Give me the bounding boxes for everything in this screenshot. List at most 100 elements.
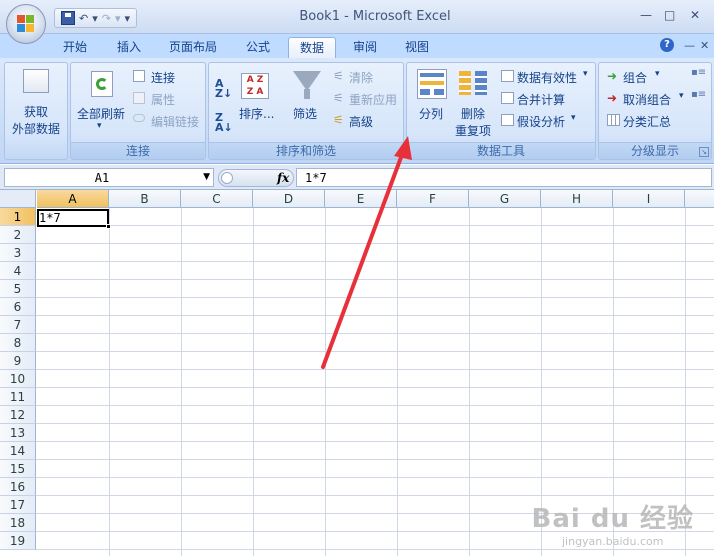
group-icon: ➜: [607, 69, 618, 83]
active-cell-a1[interactable]: 1*7: [37, 209, 111, 229]
remove-duplicates-label2[interactable]: 重复项: [455, 122, 491, 139]
tab-view[interactable]: 视图: [394, 37, 440, 59]
tab-insert[interactable]: 插入: [106, 37, 152, 59]
name-box-dropdown-icon[interactable]: ▼: [203, 172, 210, 182]
ribbon-tabs: 开始 插入 页面布局 公式 数据 审阅 视图 ? — ✕: [0, 34, 714, 61]
gridline: [36, 441, 714, 442]
consolidate-button[interactable]: 合并计算: [517, 91, 565, 108]
row-header-5[interactable]: 5: [0, 280, 36, 298]
watermark-line2: jingyan.baidu.com: [561, 535, 664, 548]
sort-ascending-icon[interactable]: A Z↓: [215, 78, 232, 99]
data-validation-dropdown-icon[interactable]: ▾: [583, 69, 588, 79]
sort-button[interactable]: 排序...: [239, 105, 274, 122]
what-if-icon: [501, 114, 514, 126]
column-header-e[interactable]: E: [325, 190, 397, 208]
remove-duplicates-label1[interactable]: 删除: [461, 105, 485, 122]
ribbon-minimize-icon[interactable]: —: [684, 39, 695, 52]
text-to-columns-button[interactable]: 分列: [419, 105, 443, 122]
minimize-button[interactable]: —: [640, 8, 652, 22]
advanced-button[interactable]: 高级: [349, 113, 373, 130]
title-bar: ↶ ▾ ↷ ▾ ▾ Book1 - Microsoft Excel — □ ✕: [0, 0, 714, 34]
column-header-f[interactable]: F: [397, 190, 469, 208]
column-header-partial[interactable]: [685, 190, 714, 208]
expand-formula-icon[interactable]: [221, 172, 233, 184]
column-header-i[interactable]: I: [613, 190, 685, 208]
clear-button[interactable]: 清除: [349, 69, 373, 86]
gridline: [36, 459, 714, 460]
ungroup-button[interactable]: 取消组合: [623, 91, 671, 108]
properties-button[interactable]: 属性: [151, 91, 175, 108]
edit-links-button[interactable]: 编辑链接: [151, 113, 199, 130]
ungroup-dropdown-icon[interactable]: ▾: [679, 91, 684, 101]
gridline: [36, 495, 714, 496]
data-validation-button[interactable]: 数据有效性: [517, 69, 577, 86]
row-header-7[interactable]: 7: [0, 316, 36, 334]
row-header-6[interactable]: 6: [0, 298, 36, 316]
data-validation-icon: [501, 70, 514, 82]
select-all-corner[interactable]: [0, 190, 36, 208]
subtotal-button[interactable]: 分类汇总: [623, 113, 671, 130]
row-header-2[interactable]: 2: [0, 226, 36, 244]
row-header-11[interactable]: 11: [0, 388, 36, 406]
gridline: [36, 243, 714, 244]
column-header-a[interactable]: A: [37, 190, 109, 208]
reapply-button[interactable]: 重新应用: [349, 91, 397, 108]
row-header-10[interactable]: 10: [0, 370, 36, 388]
window-title: Book1 - Microsoft Excel: [299, 9, 451, 24]
row-header-19[interactable]: 19: [0, 532, 36, 550]
refresh-dropdown-icon[interactable]: ▾: [97, 121, 102, 131]
connections-group: 全部刷新 ▾ 连接 属性 编辑链接 连接: [70, 62, 206, 160]
outline-group-label: 分级显示: [599, 142, 711, 159]
get-external-data-label1[interactable]: 获取: [5, 103, 67, 120]
office-button[interactable]: [6, 4, 46, 44]
baidu-watermark: Bai du 经验 jingyan.baidu.com: [532, 498, 695, 548]
insert-function-button[interactable]: fx: [277, 171, 289, 185]
tab-page-layout[interactable]: 页面布局: [160, 37, 226, 59]
row-header-18[interactable]: 18: [0, 514, 36, 532]
row-header-1[interactable]: 1: [0, 208, 36, 226]
outline-dialog-launcher-icon[interactable]: ↘: [699, 147, 709, 157]
name-box[interactable]: A1 ▼: [4, 168, 214, 187]
row-header-15[interactable]: 15: [0, 460, 36, 478]
group-dropdown-icon[interactable]: ▾: [655, 69, 660, 79]
connections-icon: [133, 70, 145, 82]
sort-descending-icon[interactable]: Z A↓: [215, 112, 233, 133]
row-header-16[interactable]: 16: [0, 478, 36, 496]
consolidate-icon: [501, 92, 514, 104]
connections-button[interactable]: 连接: [151, 69, 175, 86]
column-header-d[interactable]: D: [253, 190, 325, 208]
get-external-data-label2[interactable]: 外部数据: [5, 120, 67, 137]
help-icon[interactable]: ?: [660, 38, 674, 52]
what-if-dropdown-icon[interactable]: ▾: [571, 113, 576, 123]
row-header-17[interactable]: 17: [0, 496, 36, 514]
watermark-line1: Bai du 经验: [531, 504, 694, 534]
cell-a1-value: 1*7: [39, 211, 61, 225]
hide-detail-icon[interactable]: ▪≡: [691, 89, 706, 100]
row-header-4[interactable]: 4: [0, 262, 36, 280]
ribbon-close-icon[interactable]: ✕: [700, 39, 709, 52]
formula-input[interactable]: 1*7: [296, 168, 712, 187]
gridline: [36, 387, 714, 388]
tab-home[interactable]: 开始: [52, 37, 98, 59]
show-detail-icon[interactable]: ▪≡: [691, 67, 706, 78]
column-header-h[interactable]: H: [541, 190, 613, 208]
tab-formulas[interactable]: 公式: [234, 37, 282, 59]
column-header-b[interactable]: B: [109, 190, 181, 208]
column-header-c[interactable]: C: [181, 190, 253, 208]
maximize-button[interactable]: □: [664, 8, 675, 22]
close-button[interactable]: ✕: [690, 8, 700, 22]
row-header-14[interactable]: 14: [0, 442, 36, 460]
fill-handle[interactable]: [106, 224, 111, 229]
row-header-13[interactable]: 13: [0, 424, 36, 442]
row-header-3[interactable]: 3: [0, 244, 36, 262]
what-if-analysis-button[interactable]: 假设分析: [517, 113, 565, 130]
filter-button[interactable]: 筛选: [293, 105, 317, 122]
group-button[interactable]: 组合: [623, 69, 647, 86]
row-header-9[interactable]: 9: [0, 352, 36, 370]
tab-review[interactable]: 审阅: [342, 37, 388, 59]
row-header-12[interactable]: 12: [0, 406, 36, 424]
refresh-all-button[interactable]: 全部刷新: [77, 105, 125, 122]
column-header-g[interactable]: G: [469, 190, 541, 208]
gridline: [36, 279, 714, 280]
row-header-8[interactable]: 8: [0, 334, 36, 352]
